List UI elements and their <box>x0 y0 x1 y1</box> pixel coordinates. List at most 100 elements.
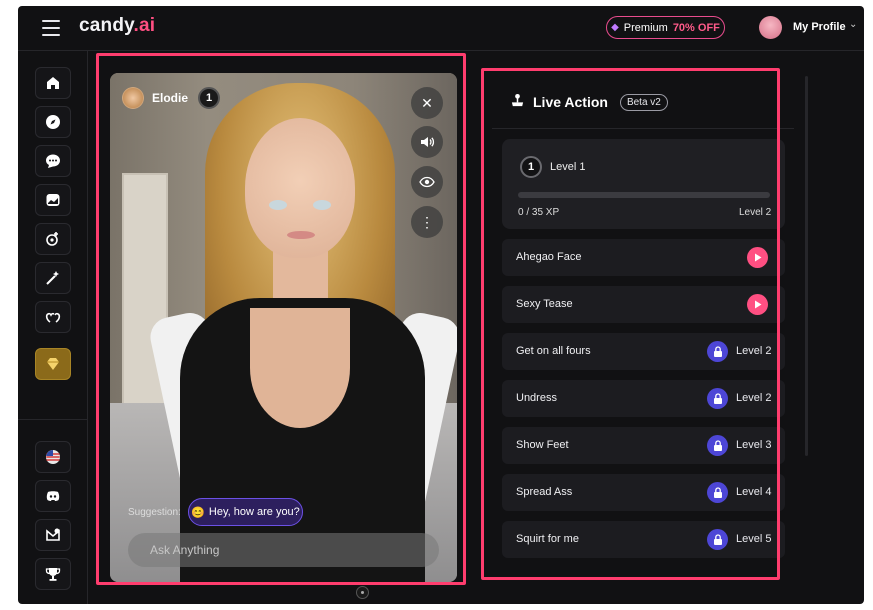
xp-text: 0 / 35 XP <box>518 207 560 218</box>
close-icon: ✕ <box>421 94 433 111</box>
lock-icon <box>707 341 728 362</box>
ask-input[interactable]: Ask Anything <box>128 533 439 567</box>
action-item[interactable]: Show Feet Level 3 <box>502 427 785 464</box>
action-requirement: Level 2 <box>736 392 772 404</box>
action-item[interactable]: Undress Level 2 <box>502 380 785 417</box>
character-face <box>245 118 355 258</box>
action-label: Undress <box>516 392 557 404</box>
character-eye-left <box>269 200 287 210</box>
chevron-down-icon[interactable]: ⌄ <box>849 19 857 30</box>
action-requirement: Level 2 <box>736 345 772 357</box>
sidebar-item-affiliate[interactable] <box>35 519 71 551</box>
support-icon <box>46 528 60 541</box>
lock-icon <box>707 388 728 409</box>
image-icon <box>46 194 60 206</box>
chat-bubble-icon <box>46 154 60 168</box>
action-item[interactable]: Ahegao Face <box>502 239 785 276</box>
action-item[interactable]: Spread Ass Level 4 <box>502 474 785 511</box>
sidebar-item-chat[interactable] <box>35 145 71 177</box>
sidebar-item-explore[interactable] <box>35 106 71 138</box>
character-video: Elodie 1 ✕ ⋮ Suggestion: 😊 Hey, how are … <box>110 73 457 582</box>
volume-button[interactable] <box>411 126 443 158</box>
xp-progress-bar <box>518 192 770 198</box>
smile-emoji-icon: 😊 <box>191 506 205 519</box>
character-avatar[interactable] <box>122 87 144 109</box>
suggestion-chip[interactable]: 😊 Hey, how are you? <box>188 498 303 526</box>
action-label: Get on all fours <box>516 345 591 357</box>
action-label: Sexy Tease <box>516 298 573 310</box>
sidebar-item-discord[interactable] <box>35 480 71 512</box>
action-item[interactable]: Get on all fours Level 2 <box>502 333 785 370</box>
live-action-title: Live Action <box>533 94 608 110</box>
logo[interactable]: candy.ai <box>79 15 155 37</box>
create-character-icon <box>46 232 58 246</box>
character-eye-right <box>313 200 331 210</box>
menu-icon[interactable] <box>42 20 60 36</box>
level-card: 1 Level 1 0 / 35 XP Level 2 <box>502 139 785 229</box>
trophy-icon <box>45 568 61 581</box>
premium-label: Premium <box>623 21 668 34</box>
lock-icon <box>707 529 728 550</box>
action-requirement: Level 5 <box>736 533 772 545</box>
premium-button[interactable]: ◆ Premium 70% OFF <box>606 16 725 39</box>
sidebar-item-language[interactable] <box>35 441 71 473</box>
action-requirement: Level 4 <box>736 486 772 498</box>
sidebar <box>18 51 88 604</box>
action-label: Ahegao Face <box>516 251 582 263</box>
panel-divider <box>492 128 794 129</box>
home-icon <box>47 77 59 89</box>
joystick-icon <box>510 93 525 111</box>
compass-icon <box>46 115 60 129</box>
scroll-indicator-icon[interactable] <box>356 586 369 599</box>
suggestion-text: Hey, how are you? <box>208 506 300 518</box>
sidebar-item-premium[interactable] <box>35 348 71 380</box>
premium-offer: 70% OFF <box>672 21 720 34</box>
sidebar-item-gallery[interactable] <box>35 184 71 216</box>
avatar[interactable] <box>759 16 782 39</box>
sidebar-item-create[interactable] <box>35 223 71 255</box>
play-icon[interactable] <box>747 294 768 315</box>
action-item[interactable]: Sexy Tease <box>502 286 785 323</box>
sidebar-divider <box>18 419 88 420</box>
level-title: Level 1 <box>550 161 586 173</box>
character-level-badge: 1 <box>198 87 220 109</box>
next-level-text: Level 2 <box>739 207 772 218</box>
sidebar-item-my-ai[interactable] <box>35 301 71 333</box>
lock-icon <box>707 482 728 503</box>
sidebar-item-generate[interactable] <box>35 262 71 294</box>
diamond-icon <box>47 358 59 370</box>
logo-text: candy <box>79 15 134 36</box>
suggestion-label: Suggestion: <box>128 507 181 518</box>
eye-icon <box>419 176 435 188</box>
lock-icon <box>707 435 728 456</box>
beta-badge: Beta v2 <box>619 93 668 111</box>
my-profile-button[interactable]: My Profile <box>793 21 846 33</box>
action-label: Show Feet <box>516 439 569 451</box>
action-item[interactable]: Squirt for me Level 5 <box>502 521 785 558</box>
logo-suffix: .ai <box>133 15 156 36</box>
sidebar-item-home[interactable] <box>35 67 71 99</box>
character-name[interactable]: Elodie <box>152 91 188 105</box>
hearts-icon <box>45 312 61 323</box>
level-badge: 1 <box>520 156 542 178</box>
more-vertical-icon: ⋮ <box>420 213 434 230</box>
discord-icon <box>46 491 60 501</box>
action-label: Squirt for me <box>516 533 579 545</box>
character-chest <box>250 308 350 428</box>
app-window: candy.ai ◆ Premium 70% OFF My Profile ⌄ <box>18 6 864 604</box>
sidebar-item-leaderboard[interactable] <box>35 558 71 590</box>
play-icon[interactable] <box>747 247 768 268</box>
action-requirement: Level 3 <box>736 439 772 451</box>
us-flag-icon <box>46 450 60 464</box>
live-action-header: Live Action Beta v2 <box>510 93 668 111</box>
gem-icon: ◆ <box>611 22 619 33</box>
volume-icon <box>421 137 435 147</box>
more-button[interactable]: ⋮ <box>411 206 443 238</box>
panel-scrollbar[interactable] <box>805 76 808 456</box>
action-label: Spread Ass <box>516 486 573 498</box>
visibility-button[interactable] <box>411 166 443 198</box>
magic-wand-icon <box>46 271 59 285</box>
top-bar: candy.ai ◆ Premium 70% OFF My Profile ⌄ <box>18 6 864 51</box>
close-button[interactable]: ✕ <box>411 87 443 119</box>
live-action-panel: Live Action Beta v2 1 Level 1 0 / 35 XP … <box>492 73 794 582</box>
